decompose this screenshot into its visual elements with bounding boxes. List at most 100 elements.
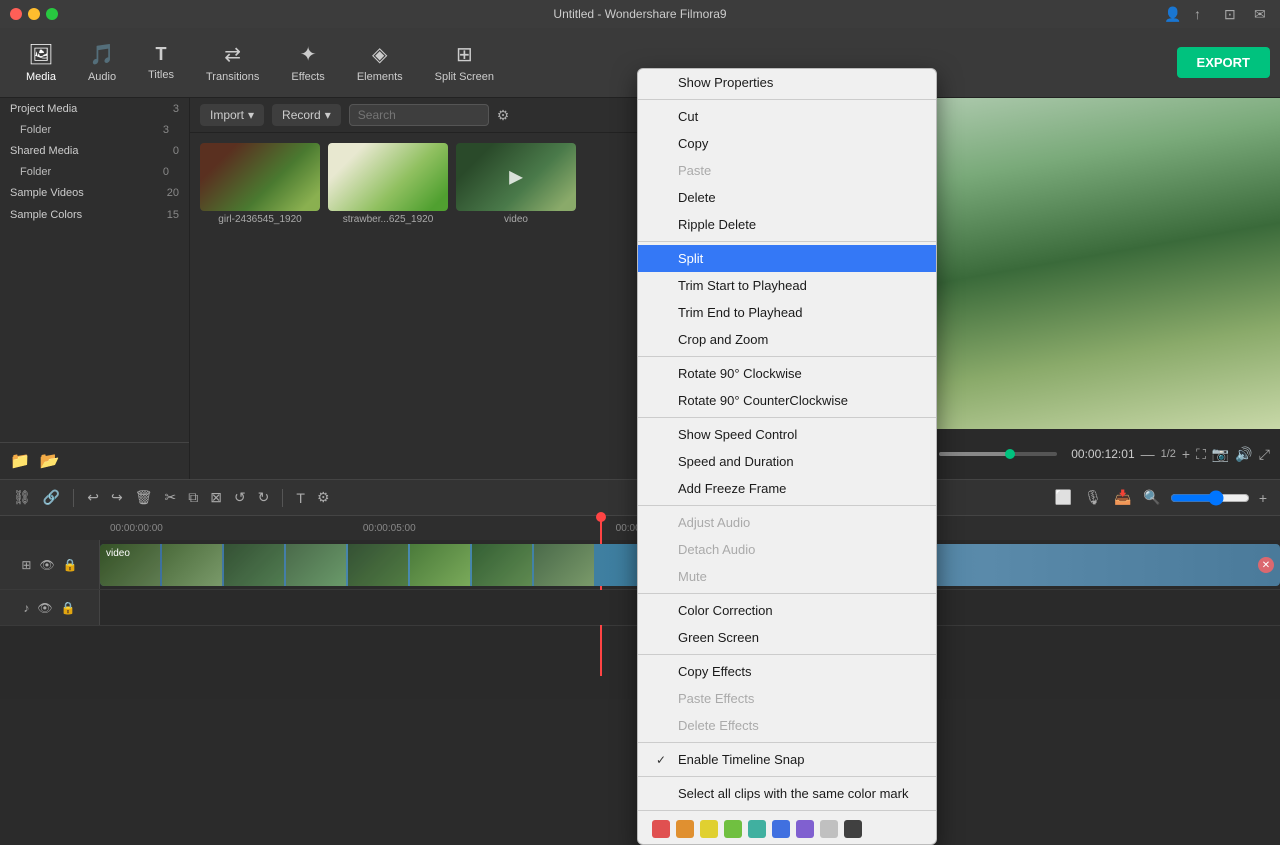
nav-transitions[interactable]: ⇄ Transitions — [190, 36, 275, 89]
search-input[interactable] — [349, 104, 489, 126]
window-icon[interactable]: ⊡ — [1224, 6, 1240, 22]
sidebar-sample-videos[interactable]: Sample Videos 20 — [0, 182, 189, 204]
ctx-crop-zoom-label: Crop and Zoom — [678, 332, 768, 347]
ctx-copy[interactable]: Copy — [638, 130, 936, 157]
swatch-orange[interactable] — [676, 820, 694, 838]
nav-splitscreen[interactable]: ⊞ Split Screen — [419, 36, 510, 89]
zoom-in-icon[interactable]: + — [1182, 446, 1190, 462]
zoom-slider[interactable] — [1170, 490, 1250, 506]
filter-icon[interactable]: ⚙ — [497, 107, 510, 124]
ctx-copy-effects[interactable]: Copy Effects — [638, 658, 936, 685]
audio-lock-icon[interactable]: 🔒 — [61, 601, 76, 615]
share-icon[interactable]: ↑ — [1194, 6, 1210, 22]
sidebar-project-folder[interactable]: Folder 3 — [0, 120, 189, 140]
audio-eye-icon[interactable]: 👁 — [37, 601, 52, 615]
ctx-color-swatches-row — [638, 814, 936, 844]
ctx-trim-start-label: Trim Start to Playhead — [678, 278, 807, 293]
copy-icon[interactable]: ⧉ — [185, 486, 201, 509]
mark-in-icon[interactable]: ⬜ — [1052, 486, 1075, 509]
zoom-out-icon[interactable]: — — [1141, 446, 1155, 462]
mail-icon[interactable]: ✉ — [1254, 6, 1270, 22]
media-thumb-video[interactable]: ▶ video — [456, 143, 576, 469]
swatch-yellow[interactable] — [700, 820, 718, 838]
link-icon[interactable]: ⛓ — [10, 486, 34, 509]
ctx-trim-end[interactable]: Trim End to Playhead — [638, 299, 936, 326]
record-icon[interactable]: 📥 — [1111, 486, 1134, 509]
crop-icon[interactable]: ⊠ — [207, 486, 225, 509]
swatch-green[interactable] — [724, 820, 742, 838]
maximize-button[interactable] — [46, 8, 58, 20]
magnet-icon[interactable]: 🔗 — [40, 486, 63, 509]
zoom-icon[interactable]: 🔍 — [1140, 486, 1163, 509]
new-folder-icon[interactable]: 📁 — [10, 451, 30, 471]
video-grid-icon[interactable]: ⊞ — [21, 558, 31, 572]
filmstrip — [100, 544, 594, 586]
export-button[interactable]: EXPORT — [1177, 47, 1270, 78]
clip-end-button[interactable]: ✕ — [1258, 557, 1274, 573]
ctx-enable-snap[interactable]: ✓ Enable Timeline Snap — [638, 746, 936, 773]
screenshot-icon[interactable]: 📷 — [1212, 446, 1229, 463]
add-media-icon[interactable]: 📂 — [40, 451, 60, 471]
ctx-crop-zoom[interactable]: Crop and Zoom — [638, 326, 936, 353]
delete-icon[interactable]: 🗑 — [132, 486, 156, 509]
volume-icon[interactable]: 🔊 — [1235, 446, 1252, 463]
video-lock-icon[interactable]: 🔒 — [63, 558, 78, 572]
record-button[interactable]: Record ▾ — [272, 104, 341, 126]
nav-media[interactable]: 🖼 Media — [10, 36, 72, 89]
person-icon[interactable]: 👤 — [1164, 6, 1180, 22]
ctx-freeze-frame[interactable]: Add Freeze Frame — [638, 475, 936, 502]
sidebar-shared-media[interactable]: Shared Media 0 — [0, 140, 189, 162]
rotate-right-icon[interactable]: ↻ — [255, 486, 273, 509]
redo-icon[interactable]: ↪ — [108, 486, 126, 509]
ctx-cut[interactable]: Cut — [638, 103, 936, 130]
nav-elements[interactable]: ◈ Elements — [341, 36, 419, 89]
ctx-show-properties[interactable]: Show Properties — [638, 69, 936, 96]
sidebar-shared-folder[interactable]: Folder 0 — [0, 162, 189, 182]
swatch-gray[interactable] — [820, 820, 838, 838]
nav-effects[interactable]: ✦ Effects — [275, 36, 340, 89]
swatch-red[interactable] — [652, 820, 670, 838]
ctx-green-screen[interactable]: Green Screen — [638, 624, 936, 651]
ctx-select-same-color[interactable]: Select all clips with the same color mar… — [638, 780, 936, 807]
media-thumb-flower[interactable]: strawber...625_1920 — [328, 143, 448, 469]
swatch-teal[interactable] — [748, 820, 766, 838]
ctx-color-correction[interactable]: Color Correction — [638, 597, 936, 624]
swatch-dark[interactable] — [844, 820, 862, 838]
film-frame-6 — [410, 544, 470, 586]
ctx-speed-duration[interactable]: Speed and Duration — [638, 448, 936, 475]
sidebar-shared-media-label: Shared Media — [10, 145, 79, 157]
sidebar-sample-colors[interactable]: Sample Colors 15 — [0, 204, 189, 226]
media-thumb-girl[interactable]: girl-2436545_1920 — [200, 143, 320, 469]
import-button[interactable]: Import ▾ — [200, 104, 264, 126]
ctx-delete[interactable]: Delete — [638, 184, 936, 211]
ctx-trim-start[interactable]: Trim Start to Playhead — [638, 272, 936, 299]
preview-progress-bar[interactable] — [939, 452, 1057, 456]
ruler-markers: 00:00:00:00 00:00:05:00 00:00:10:00 — [100, 523, 668, 534]
audio-music-icon[interactable]: ♪ — [23, 601, 29, 615]
close-button[interactable] — [10, 8, 22, 20]
zoom-plus-icon[interactable]: + — [1256, 487, 1270, 509]
ctx-show-speed[interactable]: Show Speed Control — [638, 421, 936, 448]
video-eye-icon[interactable]: 👁 — [39, 558, 54, 572]
ctx-rotate-cw[interactable]: Rotate 90° Clockwise — [638, 360, 936, 387]
ctx-ripple-delete[interactable]: Ripple Delete — [638, 211, 936, 238]
text-icon[interactable]: T — [293, 487, 308, 509]
cut-icon[interactable]: ✂ — [161, 486, 179, 509]
rotate-left-icon[interactable]: ↺ — [231, 486, 249, 509]
undo-icon[interactable]: ↩ — [84, 486, 102, 509]
ctx-rotate-ccw[interactable]: Rotate 90° CounterClockwise — [638, 387, 936, 414]
expand-icon[interactable]: ⤢ — [1259, 446, 1270, 463]
sidebar-project-media[interactable]: Project Media 3 — [0, 98, 189, 120]
ctx-rotate-ccw-label: Rotate 90° CounterClockwise — [678, 393, 848, 408]
swatch-purple[interactable] — [796, 820, 814, 838]
mark-out-icon[interactable]: 🎙 — [1081, 486, 1105, 509]
nav-titles[interactable]: T Titles — [132, 38, 190, 87]
fullscreen-icon[interactable]: ⛶ — [1196, 446, 1206, 463]
nav-audio[interactable]: 🎵 Audio — [72, 36, 132, 89]
audio-settings-icon[interactable]: ⚙ — [314, 486, 333, 509]
swatch-blue[interactable] — [772, 820, 790, 838]
titlebar-icons: 👤 ↑ ⊡ ✉ — [1164, 6, 1270, 22]
ctx-sep-9 — [638, 776, 936, 777]
ctx-split[interactable]: Split — [638, 245, 936, 272]
minimize-button[interactable] — [28, 8, 40, 20]
